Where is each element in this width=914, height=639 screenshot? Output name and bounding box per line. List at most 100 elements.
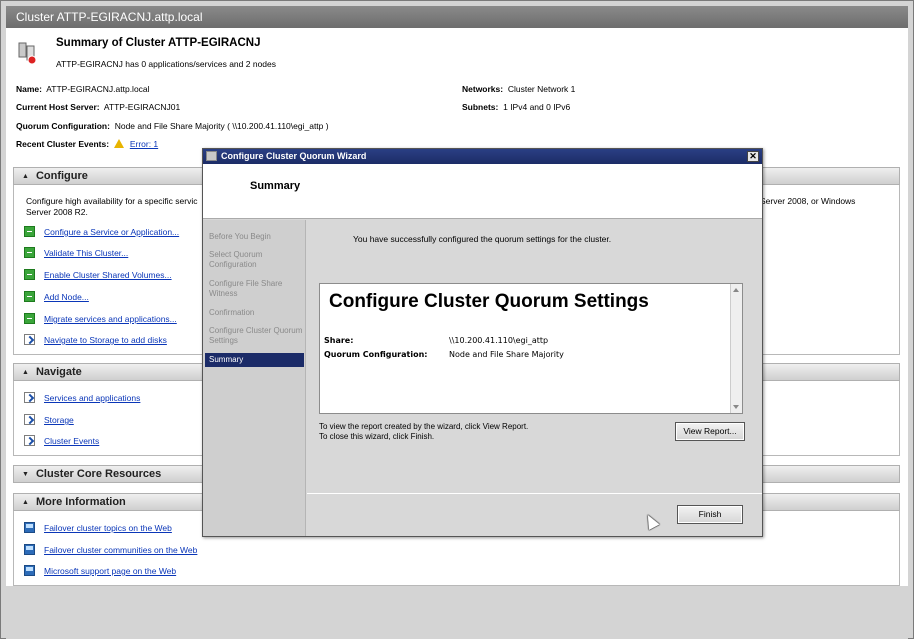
action-arrow-icon — [24, 269, 35, 280]
web-page-icon — [24, 522, 35, 533]
action-arrow-icon — [24, 247, 35, 258]
subnets-row: Subnets: 1 IPv4 and 0 IPv6 — [462, 102, 570, 112]
report-quorum-value: Node and File Share Majority — [449, 350, 564, 359]
host-label: Current Host Server: — [16, 102, 100, 112]
close-wizard-hint: To close this wizard, click Finish. — [319, 432, 435, 441]
more-info-title: More Information — [35, 496, 126, 508]
quorum-wizard-dialog: Configure Cluster Quorum Wizard ✕ Summar… — [202, 148, 763, 537]
step-configure-quorum: Configure Cluster Quorum Settings — [209, 326, 303, 345]
name-row: Name: ATTP-EGIRACNJ.attp.local — [16, 84, 150, 94]
configure-section-title: Configure — [35, 170, 88, 182]
wizard-info: To view the report created by the wizard… — [319, 422, 528, 442]
navigate-section-title: Navigate — [35, 366, 82, 378]
step-confirmation: Confirmation — [209, 308, 255, 317]
core-resources-title: Cluster Core Resources — [35, 468, 162, 480]
validate-cluster-item[interactable]: Validate This Cluster... — [24, 247, 128, 258]
enable-csv-item[interactable]: Enable Cluster Shared Volumes... — [24, 269, 172, 280]
subnets-label: Subnets: — [462, 102, 499, 112]
services-apps-item[interactable]: Services and applications — [24, 392, 140, 403]
services-apps-link[interactable]: Services and applications — [44, 393, 140, 403]
microsoft-support-link[interactable]: Microsoft support page on the Web — [44, 566, 176, 576]
summary-title: Summary of Cluster ATTP-EGIRACNJ — [56, 37, 261, 49]
networks-row: Networks: Cluster Network 1 — [462, 84, 575, 94]
close-icon[interactable]: ✕ — [747, 151, 759, 162]
migrate-services-link[interactable]: Migrate services and applications... — [44, 314, 177, 324]
host-value: ATTP-EGIRACNJ01 — [103, 102, 181, 112]
wizard-separator — [307, 493, 762, 494]
failover-topics-item[interactable]: Failover cluster topics on the Web — [24, 522, 172, 533]
storage-link[interactable]: Storage — [44, 415, 74, 425]
configure-service-item[interactable]: Configure a Service or Application... — [24, 226, 179, 237]
report-viewer: Configure Cluster Quorum Settings Share:… — [319, 283, 743, 414]
configure-description-line2: Server 2008 R2. — [26, 207, 88, 217]
collapse-icon: ▲ — [22, 173, 29, 180]
quorum-row: Quorum Configuration: Node and File Shar… — [16, 121, 329, 131]
cluster-events-link[interactable]: Cluster Events — [44, 436, 99, 446]
cluster-events-item[interactable]: Cluster Events — [24, 435, 99, 446]
configure-description: Configure high availability for a specif… — [26, 196, 198, 206]
enable-csv-link[interactable]: Enable Cluster Shared Volumes... — [44, 270, 172, 280]
warning-icon — [114, 139, 125, 148]
step-file-share-witness: Configure File Share Witness — [209, 279, 283, 298]
quorum-label: Quorum Configuration: — [16, 121, 110, 131]
migrate-services-item[interactable]: Migrate services and applications... — [24, 313, 177, 324]
wizard-header-title: Summary — [250, 180, 301, 192]
cluster-icon — [18, 42, 37, 65]
report-share-value: \\10.200.41.110\egi_attp — [449, 336, 549, 345]
shortcut-icon — [24, 334, 35, 345]
networks-value: Cluster Network 1 — [507, 84, 576, 94]
wizard-header: Summary — [203, 164, 762, 219]
finish-button[interactable]: Finish — [677, 505, 743, 524]
wizard-title-bar[interactable]: Configure Cluster Quorum Wizard ✕ — [203, 149, 762, 164]
report-share-label: Share: — [324, 336, 354, 345]
quorum-value: Node and File Share Majority ( \\10.200.… — [114, 121, 329, 131]
action-arrow-icon — [24, 226, 35, 237]
step-before-you-begin: Before You Begin — [209, 232, 271, 241]
scroll-up-icon[interactable] — [733, 288, 739, 292]
web-page-icon — [24, 544, 35, 555]
scroll-down-icon[interactable] — [733, 405, 739, 409]
storage-item[interactable]: Storage — [24, 414, 74, 425]
subnets-value: 1 IPv4 and 0 IPv6 — [503, 102, 571, 112]
step-select-quorum: Select Quorum Configuration — [209, 250, 263, 269]
report-quorum-row: Quorum Configuration: Node and File Share… — [324, 350, 564, 359]
events-label: Recent Cluster Events: — [16, 139, 110, 149]
pane-bottom-area — [6, 586, 908, 639]
validate-cluster-link[interactable]: Validate This Cluster... — [44, 248, 128, 258]
navigate-storage-item[interactable]: Navigate to Storage to add disks — [24, 334, 167, 345]
success-message: You have successfully configured the quo… — [353, 234, 612, 244]
navigate-storage-link[interactable]: Navigate to Storage to add disks — [44, 335, 167, 345]
web-page-icon — [24, 565, 35, 576]
wizard-title: Configure Cluster Quorum Wizard — [221, 151, 367, 161]
step-summary: Summary — [205, 353, 304, 367]
failover-communities-item[interactable]: Failover cluster communities on the Web — [24, 544, 197, 555]
action-arrow-icon — [24, 291, 35, 302]
expand-icon: ▼ — [22, 471, 29, 478]
microsoft-support-item[interactable]: Microsoft support page on the Web — [24, 565, 176, 576]
report-scrollbar[interactable] — [730, 284, 742, 413]
name-value: ATTP-EGIRACNJ.attp.local — [46, 84, 150, 94]
host-row: Current Host Server: ATTP-EGIRACNJ01 — [16, 102, 180, 112]
view-report-hint: To view the report created by the wizard… — [319, 422, 529, 431]
report-title: Configure Cluster Quorum Settings — [329, 291, 649, 312]
collapse-icon: ▲ — [22, 369, 29, 376]
failover-communities-link[interactable]: Failover cluster communities on the Web — [44, 545, 197, 555]
failover-topics-link[interactable]: Failover cluster topics on the Web — [44, 523, 172, 533]
configure-service-link[interactable]: Configure a Service or Application... — [44, 227, 179, 237]
window-title: Cluster ATTP-EGIRACNJ.attp.local — [6, 6, 908, 28]
error-link[interactable]: Error: 1 — [130, 139, 158, 149]
shortcut-icon — [24, 392, 35, 403]
name-label: Name: — [16, 84, 42, 94]
shortcut-icon — [24, 414, 35, 425]
events-row: Recent Cluster Events: Error: 1 — [16, 139, 158, 149]
view-report-button[interactable]: View Report... — [675, 422, 745, 441]
add-node-item[interactable]: Add Node... — [24, 291, 89, 302]
configure-description-end: Server 2008, or Windows — [760, 196, 856, 206]
report-share-row: Share: \\10.200.41.110\egi_attp — [324, 336, 548, 345]
shortcut-icon — [24, 435, 35, 446]
action-arrow-icon — [24, 313, 35, 324]
wizard-steps: Before You Begin Select Quorum Configura… — [203, 220, 306, 536]
add-node-link[interactable]: Add Node... — [44, 292, 89, 302]
summary-subtitle: ATTP-EGIRACNJ has 0 applications/service… — [56, 59, 276, 69]
wizard-body: You have successfully configured the quo… — [307, 220, 762, 536]
